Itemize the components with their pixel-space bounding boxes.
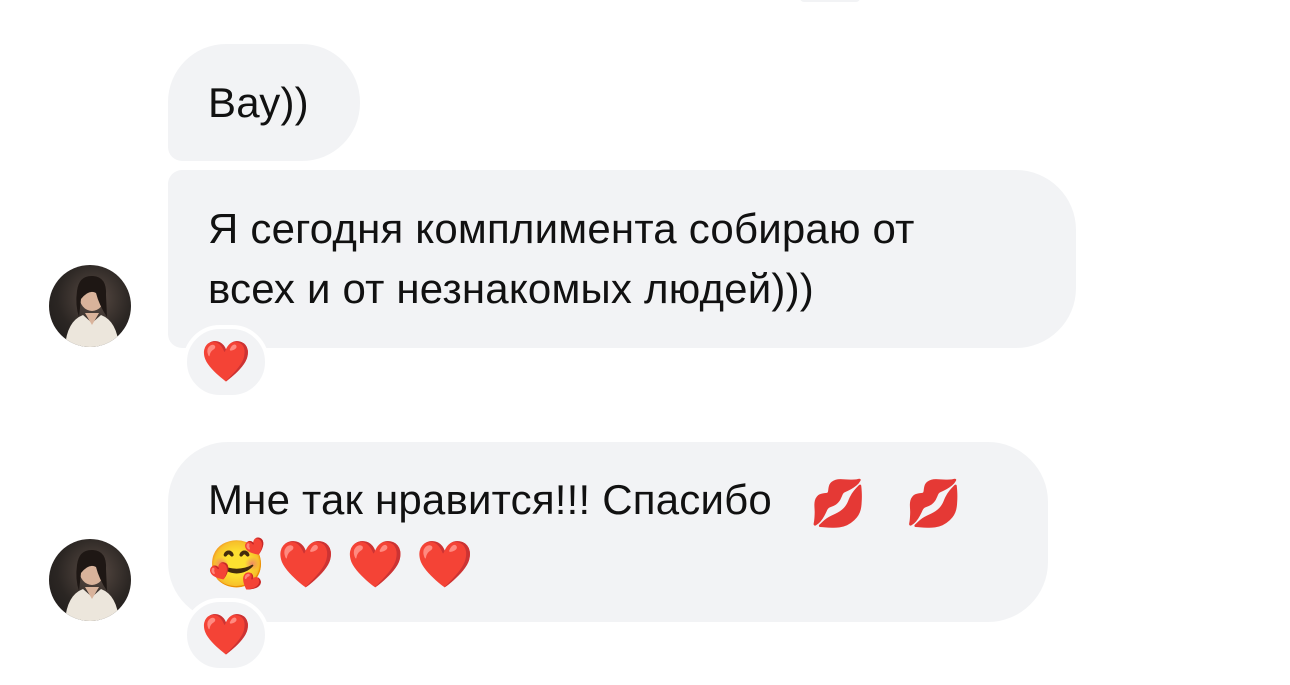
message-emoji-line: 🥰 ❤️ ❤️ ❤️ xyxy=(208,531,1008,592)
red-heart-icon: ❤️ xyxy=(201,612,251,658)
red-heart-icon: ❤️ xyxy=(201,339,251,385)
previous-message-edge xyxy=(800,0,860,2)
message-bubble-2[interactable]: Я сегодня комплимента собираю от всех и … xyxy=(168,170,1076,348)
message-bubble-1[interactable]: Вау)) xyxy=(168,44,360,161)
message-text-line-1: Мне так нравится!!! Спасибо 💋 💋 xyxy=(208,470,1008,531)
kiss-mark-icon: 💋 xyxy=(904,475,963,530)
red-heart-icon: ❤️ xyxy=(416,536,474,591)
chat-thread: Вау)) Я сегодня комплимента собираю от в… xyxy=(0,0,1290,685)
profile-photo-icon xyxy=(65,549,119,621)
red-heart-icon: ❤️ xyxy=(346,536,405,591)
message-text-line-2: всех и от незнакомых людей))) xyxy=(208,265,814,312)
kiss-mark-icon: 💋 xyxy=(809,475,868,530)
message-text-line-1: Я сегодня комплимента собираю от xyxy=(208,205,915,252)
reaction-badge[interactable]: ❤️ xyxy=(183,598,269,672)
message-text: Мне так нравится!!! Спасибо xyxy=(208,476,772,523)
message-text: Вау)) xyxy=(208,78,309,126)
red-heart-icon: ❤️ xyxy=(277,536,335,591)
sender-avatar[interactable] xyxy=(49,265,131,347)
profile-photo-icon xyxy=(65,275,119,347)
sender-avatar[interactable] xyxy=(49,539,131,621)
smiling-face-with-hearts-icon: 🥰 xyxy=(208,536,266,591)
message-bubble-3[interactable]: Мне так нравится!!! Спасибо 💋 💋 🥰 ❤️ ❤️ … xyxy=(168,442,1048,622)
reaction-badge[interactable]: ❤️ xyxy=(183,325,269,399)
